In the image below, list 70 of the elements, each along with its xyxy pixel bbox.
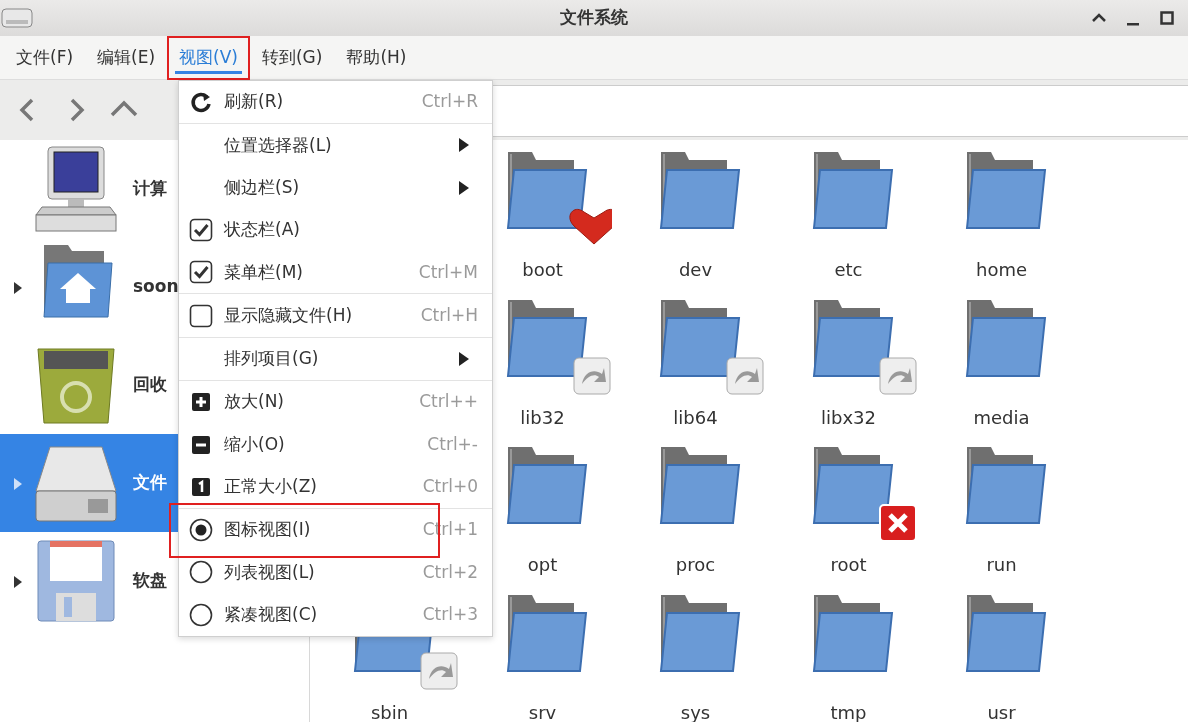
menu-item[interactable]: 位置选择器(L): [179, 124, 492, 167]
computer-icon: [32, 145, 120, 233]
menu-item[interactable]: 排列项目(G): [179, 337, 492, 381]
file-name[interactable]: sys: [680, 698, 711, 722]
submenu-arrow-icon: [458, 179, 470, 196]
menu-item[interactable]: 侧边栏(S): [179, 166, 492, 209]
radio-button[interactable]: [189, 602, 213, 627]
sidebar-label: 回收: [133, 373, 167, 397]
menu-item[interactable]: 菜单栏(M) Ctrl+M: [179, 251, 492, 294]
file-name[interactable]: root: [830, 551, 867, 578]
file-name[interactable]: proc: [675, 551, 716, 578]
shortcut-label: Ctrl+3: [422, 602, 478, 626]
file-name[interactable]: sbin: [370, 698, 409, 722]
menu-label: 放大(N): [224, 390, 284, 414]
file-name[interactable]: opt: [527, 551, 558, 578]
shortcut-label: Ctrl+2: [422, 560, 478, 584]
menu-label: 位置选择器(L): [224, 133, 332, 157]
menu-item[interactable]: 编辑(E): [85, 35, 168, 80]
menu-label: 缩小(O): [224, 432, 285, 456]
radio-button[interactable]: [189, 518, 213, 543]
file-name[interactable]: boot: [522, 256, 563, 283]
file-name[interactable]: home: [976, 256, 1027, 283]
file-name[interactable]: dev: [678, 256, 713, 283]
menu-item[interactable]: 刷新(R) Ctrl+R: [179, 81, 492, 124]
file-name[interactable]: lib32: [520, 403, 565, 431]
file-name[interactable]: media: [973, 403, 1030, 431]
file-name[interactable]: libx32: [821, 403, 876, 431]
menu-item[interactable]: 转到(G): [249, 35, 335, 80]
location-field[interactable]: [490, 85, 1188, 137]
shortcut-label: Ctrl+R: [421, 90, 478, 114]
shortcut-label: Ctrl+H: [420, 303, 478, 327]
file-name[interactable]: run: [986, 551, 1017, 578]
submenu-arrow-icon: [458, 350, 470, 367]
sidebar-label: 文件: [133, 471, 167, 495]
refresh-icon: [189, 90, 213, 115]
menu-label: 列表视图(L): [224, 560, 315, 584]
menu-label: 刷新(R): [224, 90, 284, 114]
menu-item[interactable]: 状态栏(A): [179, 208, 492, 252]
menu-label: 菜单栏(M): [224, 260, 303, 284]
shortcut-label: Ctrl+-: [427, 432, 478, 456]
file-name[interactable]: lib64: [673, 403, 718, 431]
menu-item[interactable]: 视图(V): [167, 35, 250, 80]
menu-item[interactable]: 文件(F): [4, 35, 86, 80]
menu-label: 显示隐藏文件(H): [224, 303, 353, 327]
drive-icon: [0, 5, 34, 31]
menu-item[interactable]: 帮助(H): [334, 35, 419, 80]
file-name[interactable]: usr: [987, 698, 1016, 722]
menu-item[interactable]: 紧凑视图(C) Ctrl+3: [179, 593, 492, 636]
shortcut-label: Ctrl+0: [422, 475, 478, 499]
file-name[interactable]: srv: [528, 698, 557, 722]
checkbox[interactable]: [189, 303, 213, 328]
sidebar-label: soon: [133, 275, 179, 299]
file-name[interactable]: etc: [834, 256, 863, 283]
radio-button[interactable]: [189, 560, 213, 585]
checkbox[interactable]: [189, 218, 213, 243]
menu-item[interactable]: 显示隐藏文件(H) Ctrl+H: [179, 294, 492, 337]
menu-item[interactable]: 列表视图(L) Ctrl+2: [179, 551, 492, 594]
shortcut-label: Ctrl++: [419, 390, 478, 414]
menu-label: 侧边栏(S): [224, 176, 300, 199]
window-title: 文件系统: [560, 6, 628, 30]
file-name[interactable]: tmp: [830, 698, 867, 722]
submenu-arrow-icon: [458, 137, 470, 154]
sidebar-label: 软盘: [133, 569, 167, 593]
menu-label: 状态栏(A): [224, 218, 300, 242]
shortcut-label: Ctrl+M: [418, 260, 478, 284]
checkbox[interactable]: [189, 260, 213, 285]
menu-item[interactable]: 放大(N) Ctrl++: [179, 381, 492, 424]
menu-label: 紧凑视图(C): [224, 602, 318, 626]
menu-label: 排列项目(G): [224, 347, 319, 371]
sidebar-label: 计算: [133, 177, 167, 201]
